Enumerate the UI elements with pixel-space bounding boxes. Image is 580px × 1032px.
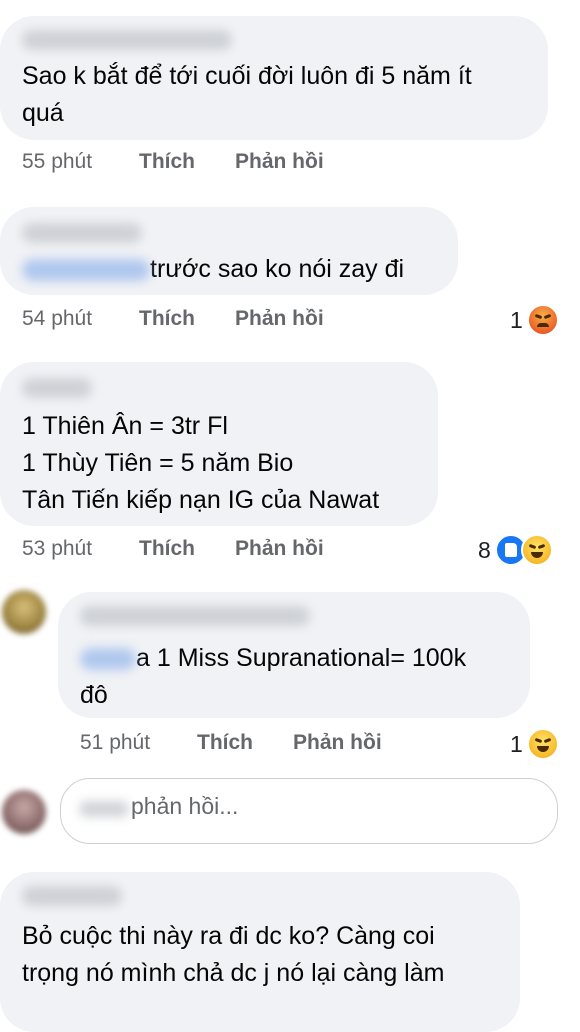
reaction-summary[interactable]: 1	[510, 728, 559, 760]
comment-meta: 53 phút Thích Phản hồi	[22, 537, 324, 561]
reaction-summary[interactable]: 8	[478, 534, 553, 566]
reply-meta: 51 phút Thích Phản hồi	[80, 731, 382, 755]
comment-author-name[interactable]	[22, 30, 232, 50]
like-button[interactable]: Thích	[139, 537, 235, 561]
avatar[interactable]	[2, 590, 46, 634]
reply-input-placeholder: phản hồi...	[131, 793, 239, 819]
comment-bubble: trước sao ko nói zay đi	[0, 207, 458, 295]
comment-bubble: Bỏ cuộc thi này ra đi dc ko? Càng coi tr…	[0, 872, 520, 1032]
reply-text: a 1 Miss Supranational= 100k đô	[80, 644, 467, 709]
comment-timestamp[interactable]: 54 phút	[22, 307, 139, 331]
like-button[interactable]: Thích	[197, 731, 293, 755]
like-button[interactable]: Thích	[139, 307, 235, 331]
reaction-count: 8	[478, 536, 491, 563]
reply-author-name[interactable]	[80, 606, 310, 626]
comment-bubble: 1 Thiên Ân = 3tr Fl 1 Thùy Tiên = 5 năm …	[0, 362, 438, 526]
reply-button[interactable]: Phản hồi	[293, 731, 382, 755]
comment-timestamp[interactable]: 53 phút	[22, 537, 139, 561]
haha-emoji-icon	[526, 728, 559, 760]
reply-timestamp[interactable]: 51 phút	[80, 731, 197, 755]
comment-text: trước sao ko nói zay đi	[22, 251, 404, 288]
reply-button[interactable]: Phản hồi	[235, 537, 324, 561]
comment-text: Sao k bắt để tới cuối đời luôn đi 5 năm …	[22, 62, 472, 127]
reply-bubble: a 1 Miss Supranational= 100k đô	[58, 592, 530, 718]
comment-meta: 55 phút Thích Phản hồi	[22, 150, 324, 174]
reply-input[interactable]: phản hồi...	[60, 778, 558, 844]
mention-tag[interactable]	[22, 259, 150, 282]
comment-text: Bỏ cuộc thi này ra đi dc ko? Càng coi tr…	[22, 922, 445, 987]
mention-tag[interactable]	[80, 648, 136, 671]
reaction-count: 1	[510, 730, 523, 757]
current-user-avatar	[2, 790, 46, 834]
comment-author-name[interactable]	[22, 223, 142, 243]
reaction-count: 1	[510, 306, 523, 333]
angry-emoji-icon	[526, 304, 559, 336]
comment-author-name[interactable]	[22, 886, 122, 906]
comment-meta: 54 phút Thích Phản hồi	[22, 307, 324, 331]
reply-button[interactable]: Phản hồi	[235, 307, 324, 331]
reaction-summary[interactable]: 1	[510, 304, 559, 336]
comment-text: 1 Thiên Ân = 3tr Fl 1 Thùy Tiên = 5 năm …	[22, 412, 380, 514]
comment-bubble: Sao k bắt để tới cuối đời luôn đi 5 năm …	[0, 16, 548, 140]
comment-timestamp[interactable]: 55 phút	[22, 150, 139, 174]
comment-author-name[interactable]	[22, 378, 92, 398]
like-button[interactable]: Thích	[139, 150, 235, 174]
haha-emoji-icon	[520, 534, 553, 566]
reply-button[interactable]: Phản hồi	[235, 150, 324, 174]
